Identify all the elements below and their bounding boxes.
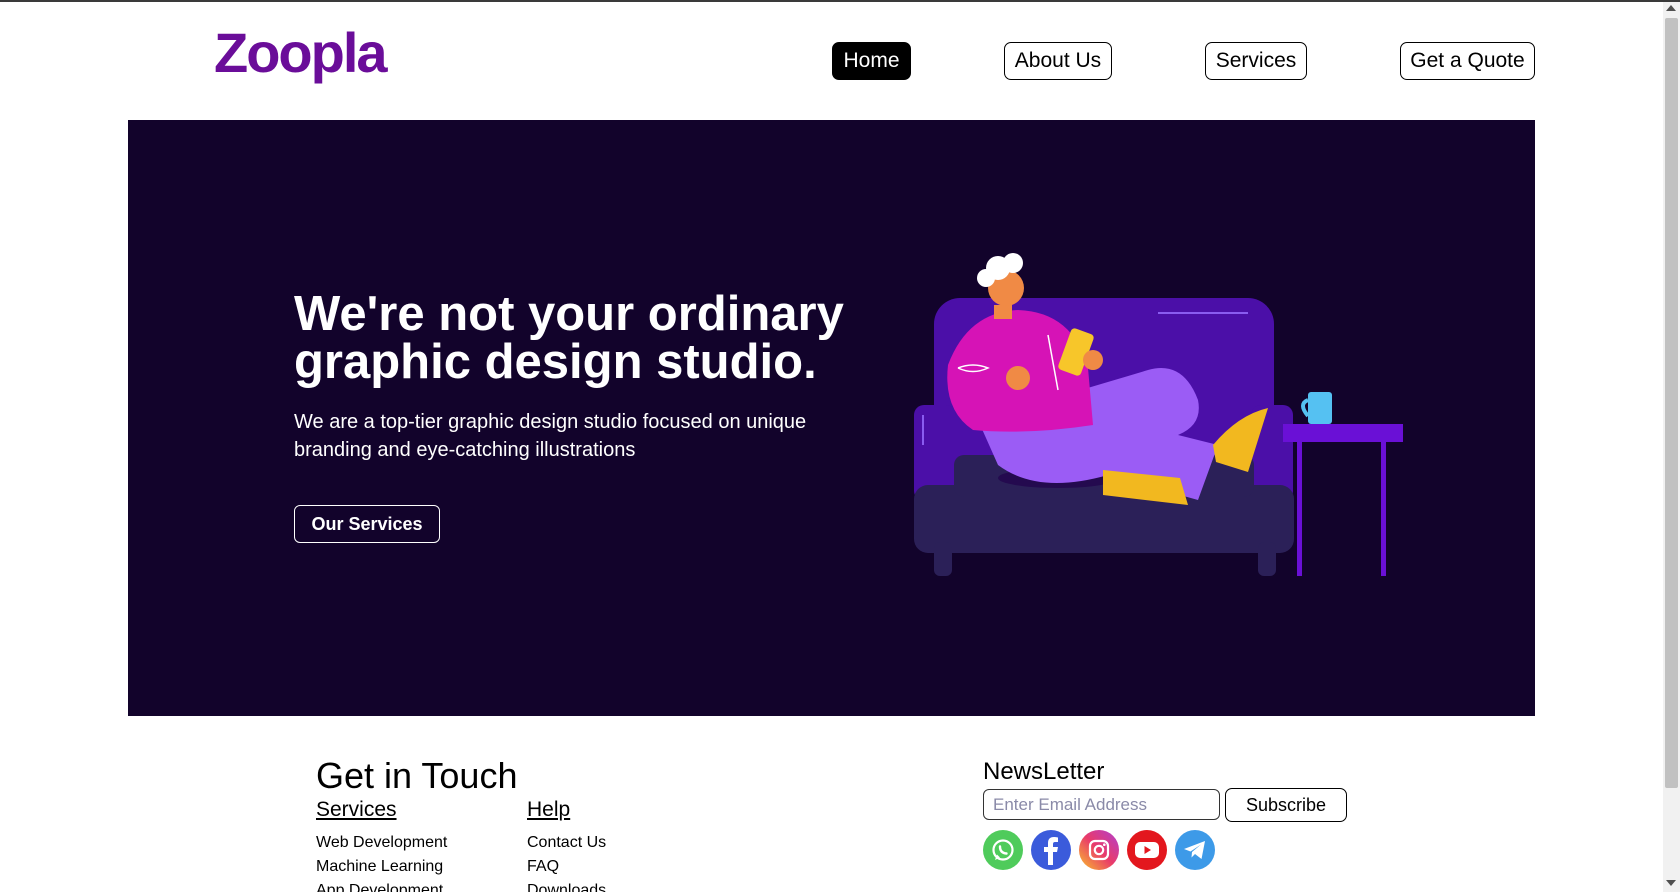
hero-title-line-2: graphic design studio. [294,335,817,389]
help-column-heading[interactable]: Help [527,798,570,822]
scroll-up-arrow-icon[interactable] [1666,5,1676,11]
subscribe-button[interactable]: Subscribe [1225,788,1347,822]
help-link-downloads[interactable]: Downloads [527,882,606,892]
services-column-heading[interactable]: Services [316,798,397,822]
get-in-touch-heading: Get in Touch [316,755,518,796]
telegram-icon[interactable] [1175,830,1215,870]
nav-home-button[interactable]: Home [832,42,911,80]
help-link-contact-us[interactable]: Contact Us [527,834,606,852]
hero-illustration [914,253,1403,576]
nav-services-button[interactable]: Services [1205,42,1307,80]
logo-text: Zoopla [214,28,388,84]
hero-title: We're not your ordinary graphic design s… [294,287,894,389]
scrollbar-thumb[interactable] [1665,18,1678,788]
help-link-faq[interactable]: FAQ [527,858,559,876]
services-link-machine-learning[interactable]: Machine Learning [316,858,443,876]
youtube-icon[interactable] [1127,830,1167,870]
nav-about-us-button[interactable]: About Us [1004,42,1112,80]
window-top-border [0,0,1680,2]
services-link-web-development[interactable]: Web Development [316,834,447,852]
hero-subtitle-line-2: branding and eye-catching illustrations [294,439,636,461]
hero-subtitle: We are a top-tier graphic design studio … [294,408,854,464]
newsletter-heading: NewsLetter [983,758,1105,785]
logo[interactable]: Zoopla [214,28,404,90]
whatsapp-icon[interactable] [983,830,1023,870]
hero-title-line-1: We're not your ordinary [294,287,844,341]
services-link-app-development[interactable]: App Development [316,882,443,892]
instagram-icon[interactable] [1079,830,1119,870]
hero-banner: We're not your ordinary graphic design s… [128,120,1535,716]
facebook-icon[interactable] [1031,830,1071,870]
email-input[interactable] [983,789,1220,820]
our-services-button[interactable]: Our Services [294,505,440,543]
scroll-down-arrow-icon[interactable] [1666,880,1676,886]
hero-subtitle-line-1: We are a top-tier graphic design studio … [294,411,807,433]
nav-get-a-quote-button[interactable]: Get a Quote [1400,42,1535,80]
